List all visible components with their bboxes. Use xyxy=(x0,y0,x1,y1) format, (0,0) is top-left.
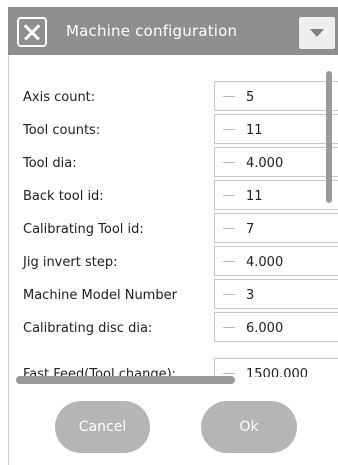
dialog-title: Machine configuration xyxy=(66,22,238,40)
setting-label: Tool dia: xyxy=(23,156,77,171)
machine-configuration-dialog: Machine configuration Axis count: 5 Tool… xyxy=(0,0,338,465)
cancel-button[interactable]: Cancel xyxy=(55,401,150,453)
vertical-scrollbar[interactable] xyxy=(326,71,332,203)
minus-icon[interactable] xyxy=(223,228,235,229)
setting-label: Calibrating Tool id: xyxy=(23,222,144,237)
setting-row-calibrating-disc-dia: Calibrating disc dia: 6.000 xyxy=(9,311,338,345)
calibrating-disc-dia-field[interactable]: 6.000 xyxy=(214,312,338,342)
setting-value[interactable]: 4.000 xyxy=(246,156,283,171)
setting-value[interactable]: 11 xyxy=(246,123,263,138)
minus-icon[interactable] xyxy=(223,327,235,328)
setting-value[interactable]: 3 xyxy=(246,288,254,303)
chevron-down-icon[interactable] xyxy=(299,17,335,49)
setting-value[interactable]: 11 xyxy=(246,189,263,204)
setting-label: Jig invert step: xyxy=(23,255,118,270)
setting-label: Back tool id: xyxy=(23,189,104,204)
tool-dia-field[interactable]: 4.000 xyxy=(214,147,338,177)
minus-icon[interactable] xyxy=(223,162,235,163)
title-bar: Machine configuration xyxy=(8,7,338,55)
horizontal-scrollbar[interactable] xyxy=(16,376,235,384)
setting-value[interactable]: 7 xyxy=(246,222,254,237)
tool-counts-field[interactable]: 11 xyxy=(214,114,338,144)
setting-value[interactable]: 4.000 xyxy=(246,255,283,270)
setting-row-machine-model-number: Machine Model Number 3 xyxy=(9,278,338,312)
setting-value[interactable]: 6.000 xyxy=(246,321,283,336)
minus-icon[interactable] xyxy=(223,294,235,295)
fast-feed-field[interactable]: 1500.000 xyxy=(214,358,338,377)
setting-row-tool-dia: Tool dia: 4.000 xyxy=(9,146,338,180)
minus-icon[interactable] xyxy=(223,261,235,262)
axis-count-field[interactable]: 5 xyxy=(214,81,338,111)
ok-button[interactable]: Ok xyxy=(201,401,297,453)
setting-row-jig-invert-step: Jig invert step: 4.000 xyxy=(9,245,338,279)
back-tool-id-field[interactable]: 11 xyxy=(214,180,338,210)
minus-icon[interactable] xyxy=(223,96,235,97)
setting-label: Machine Model Number xyxy=(23,288,177,303)
setting-label: Axis count: xyxy=(23,90,96,105)
minus-icon[interactable] xyxy=(223,195,235,196)
setting-value[interactable]: 1500.000 xyxy=(246,367,308,377)
setting-label: Tool counts: xyxy=(23,123,101,138)
setting-label: Calibrating disc dia: xyxy=(23,321,153,336)
close-icon[interactable] xyxy=(17,17,47,47)
setting-row-back-tool-id: Back tool id: 11 xyxy=(9,179,338,213)
jig-invert-step-field[interactable]: 4.000 xyxy=(214,246,338,276)
settings-list[interactable]: Axis count: 5 Tool counts: 11 Tool dia: … xyxy=(9,55,338,377)
minus-icon[interactable] xyxy=(223,373,235,374)
machine-model-number-field[interactable]: 3 xyxy=(214,279,338,309)
calibrating-tool-id-field[interactable]: 7 xyxy=(214,213,338,243)
setting-row-axis-count: Axis count: 5 xyxy=(9,80,338,114)
setting-row-fast-feed: Fast Feed(Tool change): 1500.000 xyxy=(9,357,338,377)
setting-value[interactable]: 5 xyxy=(246,90,254,105)
setting-row-tool-counts: Tool counts: 11 xyxy=(9,113,338,147)
minus-icon[interactable] xyxy=(223,129,235,130)
setting-row-calibrating-tool-id: Calibrating Tool id: 7 xyxy=(9,212,338,246)
